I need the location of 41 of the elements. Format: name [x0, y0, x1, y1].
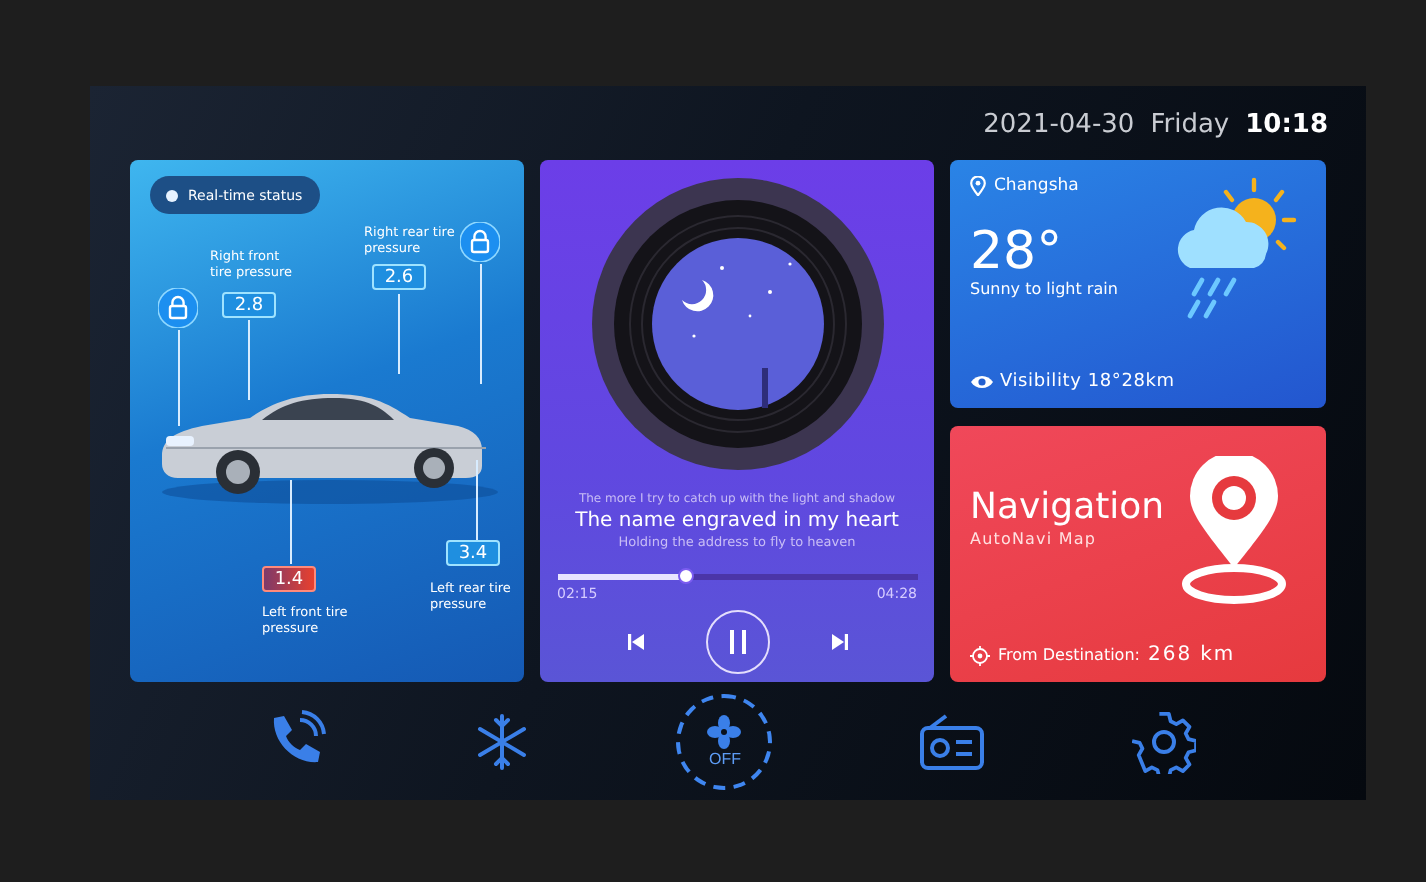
clock-time: 10:18: [1245, 110, 1328, 140]
song-title: The name engraved in my heart: [575, 510, 899, 532]
radio-app-button[interactable]: [918, 711, 987, 771]
progress-track[interactable]: [557, 574, 917, 580]
leader-line: [480, 264, 482, 384]
pressure-value: 2.8: [222, 292, 276, 318]
temperature-text: 28°: [970, 224, 1063, 280]
map-provider: AutoNavi Map: [970, 530, 1099, 548]
weather-condition: Sunny to light rain: [970, 280, 1120, 298]
pressure-value: 3.4: [446, 540, 500, 566]
leader-line: [178, 330, 180, 426]
navigation-card[interactable]: Navigation AutoNavi Map From Destination: 268 km: [950, 426, 1326, 682]
visibility-text: Visibility 18°28km: [1000, 372, 1175, 392]
lock-icon[interactable]: [158, 288, 198, 328]
next-button[interactable]: [829, 632, 849, 652]
city-name: Changsha: [994, 176, 1079, 196]
fan-button[interactable]: OFF: [676, 693, 773, 789]
distance-unit: km: [1200, 644, 1236, 666]
eye-icon: [970, 374, 994, 390]
fan-icon: [706, 714, 743, 750]
weekday-text: Friday: [1150, 110, 1230, 140]
location-pin-icon: [970, 176, 986, 196]
pressure-value: 2.6: [372, 264, 426, 290]
progress-thumb[interactable]: [678, 568, 695, 584]
map-pin-icon: [1178, 456, 1290, 608]
leader-line: [398, 294, 400, 374]
distance-value: 268: [1147, 644, 1193, 666]
date-text: 2021-04-30: [983, 110, 1135, 140]
pause-icon: [727, 630, 747, 654]
distance-label: From Destination:: [998, 646, 1140, 664]
pause-button[interactable]: [705, 610, 769, 674]
crosshair-icon: [970, 645, 990, 665]
lock-icon[interactable]: [460, 222, 500, 262]
navigation-title: Navigation: [970, 486, 1167, 530]
previous-button[interactable]: [625, 632, 645, 652]
pressure-value: 1.4: [262, 566, 316, 592]
leader-line: [476, 460, 478, 540]
leader-line: [290, 480, 292, 564]
leader-line: [248, 320, 250, 400]
settings-button[interactable]: [1131, 709, 1196, 773]
weather-card[interactable]: Changsha 28° Sunny to light rain Visibility 18°28km: [950, 160, 1326, 408]
